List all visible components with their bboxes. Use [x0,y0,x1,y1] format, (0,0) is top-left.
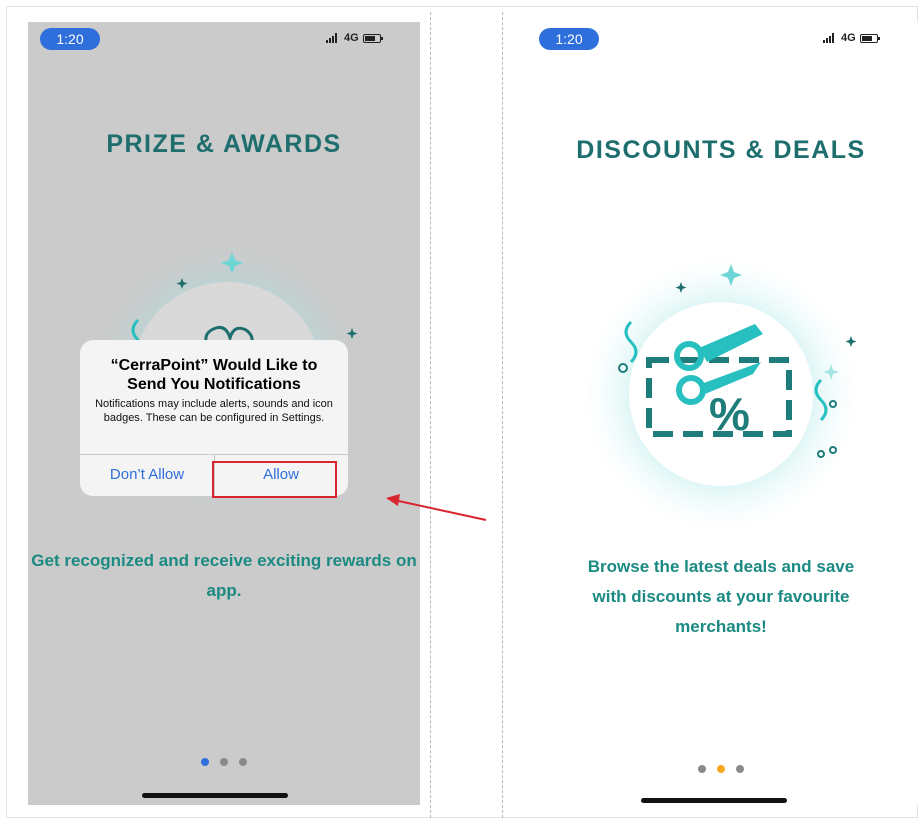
dialog-message: Notifications may include alerts, sounds… [95,398,333,424]
dont-allow-button[interactable]: Don’t Allow [80,454,214,496]
page-indicator [28,758,420,766]
page-description: Get recognized and receive exciting rewa… [31,551,417,600]
status-indicators: 4G [823,32,880,44]
page-dot-active[interactable] [717,765,725,773]
page-title: DISCOUNTS & DEALS [576,136,866,164]
page-dot[interactable] [698,765,706,773]
home-indicator[interactable] [142,793,288,798]
network-label: 4G [344,32,359,44]
scissors-coupon-percent-icon: % [576,249,866,539]
signal-icon [823,33,834,43]
status-time: 1:20 [40,28,100,50]
page-indicator [521,765,921,773]
signal-icon [326,33,337,43]
phone-screen-prize-awards: 1:20 4G PRIZE & AWARDS “CerraPoint” Woul… [28,22,420,805]
dashed-divider [430,12,431,818]
dashed-divider [502,12,503,818]
page-description: Browse the latest deals and save with di… [587,557,855,636]
home-indicator[interactable] [641,798,787,803]
status-time: 1:20 [539,28,599,50]
page-title: PRIZE & AWARDS [106,130,342,158]
page-dot[interactable] [736,765,744,773]
battery-icon [362,33,383,43]
page-dot[interactable] [220,758,228,766]
svg-text:%: % [709,388,750,440]
allow-button-highlight [212,461,337,498]
status-indicators: 4G [326,32,383,44]
annotation-arrow-icon [386,494,487,521]
phone-screen-discounts-deals: 1:20 4G DISCOUNTS & DEALS % Browse the l… [521,22,921,805]
page-dot-active[interactable] [201,758,209,766]
page-dot[interactable] [239,758,247,766]
dialog-title: “CerraPoint” Would Like to Send You Noti… [110,357,318,393]
battery-icon [859,33,880,43]
network-label: 4G [841,32,856,44]
